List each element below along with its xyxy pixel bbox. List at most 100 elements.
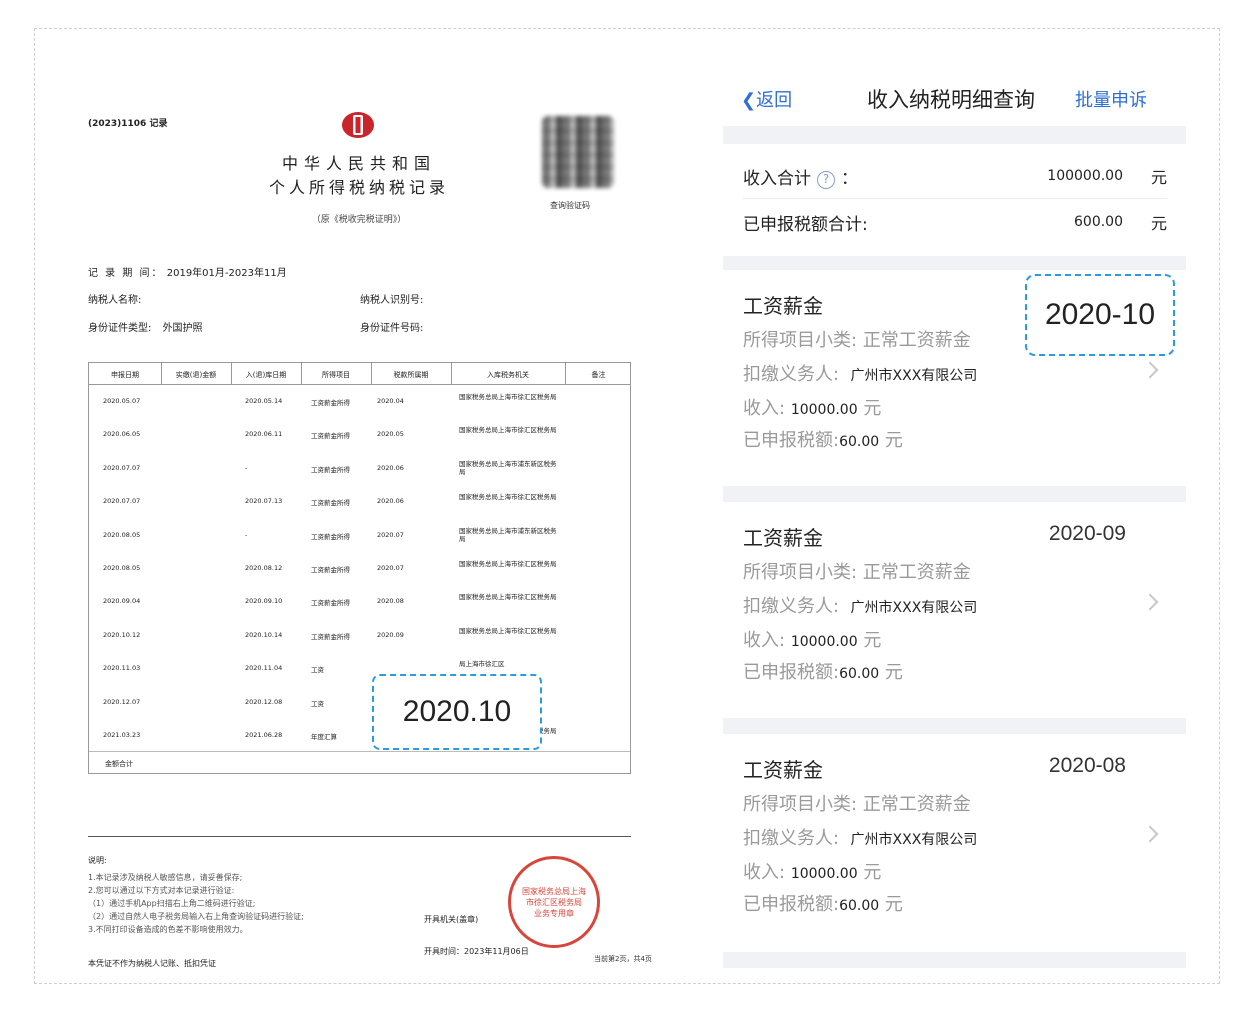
help-icon[interactable]: ? [817,171,835,189]
table-row: 2020.12.072020.12.08工资局上海市徐汇区 [89,694,630,727]
table-cell: 2020.06 [377,463,404,472]
tax-total-value: 600.00 [1074,214,1123,230]
column-header: 入(退)库日期 [245,371,287,379]
table-cell: 国家税务总局上海市徐汇区税务局 [459,626,557,635]
tax-total-label: 已申报税额合计: [743,215,868,235]
table-cell: 国家税务总局上海市徐汇区税务局 [459,593,557,602]
note-line: 3.不同打印设备造成的色差不影响使用效力。 [88,925,248,934]
card-withholder: 扣缴义务人: 广州市XXX有限公司 [743,828,978,849]
disclaimer: 本凭证不作为纳税人记账、抵扣凭证 [88,959,216,968]
highlight-period-document: 2020.10 [372,674,542,750]
card-title: 工资薪金 [743,294,823,318]
table-cell: 2020.12.07 [103,697,141,706]
back-button[interactable]: ❮返回 [741,86,792,112]
table-cell: 国家税务总局上海市徐汇区税务局 [459,493,557,502]
table-cell: 2020.09.10 [245,597,283,606]
batch-appeal-button[interactable]: 批量申诉 [1075,86,1147,112]
section-gap [723,718,1186,734]
table-cell: 工资 [311,699,324,708]
section-gap [723,486,1186,502]
column-header: 所得项目 [322,371,350,379]
table-cell: 2020.12.08 [245,697,283,706]
card-income: 收入: 10000.00 元 [743,862,882,883]
column-header: 入库税务机关 [487,371,529,379]
income-record-card[interactable]: 工资薪金 2020-09 所得项目小类: 正常工资薪金 扣缴义务人: 广州市XXX有限… [723,522,1186,736]
tax-record-document: (2023)1106 记录 中华人民共和国 个人所得税纳税记录 （原《税收完税证… [34,28,674,984]
notes: 说明: 1.本记录涉及纳税人敏感信息，请妥善保存; 2.您可以通过以下方式对本记… [88,854,304,936]
issue-time: 开具时间：2023年11月06日 [424,947,529,956]
table-cell: 2020.08.12 [245,564,283,572]
table-cell: 2020.06.11 [245,430,283,439]
column-divider [451,363,452,385]
income-total-value: 100000.00 [1047,168,1123,184]
card-tax: 已申报税额:60.00 元 [743,894,903,915]
card-withholder: 扣缴义务人: 广州市XXX有限公司 [743,596,978,617]
section-gap [723,256,1186,270]
table-cell: 2020.07.07 [103,497,141,506]
column-divider [301,363,302,385]
column-header: 申报日期 [111,371,139,379]
taxpayer-name-label: 纳税人名称: [88,295,142,306]
column-divider [231,363,232,385]
unit: 元 [1150,214,1167,233]
table-cell: 2020.07 [377,530,404,539]
income-total-row: 收入合计?： 100000.00 元 [743,154,1167,198]
doc-title: 个人所得税纳税记录 [268,178,449,197]
chevron-right-icon [1141,593,1159,611]
card-period: 2020-09 [1048,522,1126,545]
divider [88,836,631,837]
note-line: （2）通过自然人电子税务局输入右上角查询验证码进行验证; [88,912,304,921]
section-gap [723,952,1186,968]
table-cell: 2020.05.07 [103,397,141,405]
income-total-label: 收入合计 [743,169,811,189]
note-line: 1.本记录涉及纳税人敏感信息，请妥善保存; [88,873,243,882]
table-row: 2020.07.07 2020.07.13 工资薪金所得 2020.06 国家税务总局上… [89,493,630,526]
divider [743,198,1167,199]
table-row: 2020.08.05 2020.08.12 工资薪金所得 2020.07 国家税务总局上… [89,560,630,593]
doc-subtitle: （原《税收完税证明》） [311,215,407,225]
table-cell: 2020.05.14 [245,397,283,405]
table-cell: 工资薪金所得 [311,632,350,641]
section-gap [723,126,1186,144]
table-cell: 2020.11.03 [103,664,141,673]
table-row: 2020.07.07 - 工资薪金所得 2020.06 国家税务总局上海市浦东新区税务局 [89,460,630,493]
table-row: 2020.08.05 - 工资薪金所得 2020.07 国家税务总局上海市浦东新区税务局 [89,527,630,560]
table-cell: - [245,463,248,472]
table-cell: 2021.03.23 [103,731,141,739]
card-income: 收入: 10000.00 元 [743,630,882,651]
unit: 元 [1150,168,1167,187]
table-cell: 2020.10.12 [103,630,141,639]
card-subcategory: 所得项目小类: 正常工资薪金 [743,562,971,583]
card-title: 工资薪金 [743,758,823,782]
highlight-period-app: 2020-10 [1025,274,1175,356]
tax-app-screen: ❮返回 收入纳税明细查询 批量申诉 收入合计?： 100000.00 元 已申报… [723,60,1186,968]
table-cell: 工资薪金所得 [311,432,350,441]
table-cell: 国家税务总局上海市徐汇区税务局 [459,426,557,435]
tax-total-row: 已申报税额合计: 600.00 元 [743,200,1167,244]
table-row: 2020.11.03 2020.11.04 工资 局上海市徐汇区 [89,660,630,693]
table-cell: 工资 [311,666,324,675]
table-cell: 2020.06 [377,497,404,506]
page-number: 当前第2页，共4页 [594,955,652,963]
table-cell: 国家税务总局上海市浦东新区税务局 [459,526,557,543]
table-cell: 2020.08.05 [103,564,141,572]
table-cell: 2020.09.04 [103,597,141,606]
table-row: 2020.06.05 2020.06.11 工资薪金所得 2020.05 国家税务总局上… [89,426,630,459]
chevron-right-icon [1141,825,1159,843]
card-tax: 已申报税额:60.00 元 [743,430,903,451]
table-cell: 2020.07.13 [245,497,283,506]
table-footer: 金额合计 [89,751,630,773]
column-header: 备注 [591,371,606,379]
table-cell: 国家税务总局上海市浦东新区税务局 [459,459,557,476]
table-cell: 2020.06.05 [103,430,141,439]
table-cell: 2020.07.07 [103,463,141,472]
table-cell: 国家税务总局上海市徐汇区税务局 [459,560,557,568]
table-cell: 2020.08.05 [103,530,141,539]
table-cell: 2020.09 [377,630,404,639]
taxpayer-id-label: 纳税人识别号: [360,295,424,306]
card-withholder: 扣缴义务人: 广州市XXX有限公司 [743,364,978,385]
note-line: 2.您可以通过以下方式对本记录进行验证: [88,886,235,895]
nav-bar: ❮返回 收入纳税明细查询 批量申诉 [723,60,1186,126]
table-cell: 工资薪金所得 [311,566,350,574]
income-record-card[interactable]: 工资薪金 2020-08 所得项目小类: 正常工资薪金 扣缴义务人: 广州市XXX有限… [723,754,1186,968]
